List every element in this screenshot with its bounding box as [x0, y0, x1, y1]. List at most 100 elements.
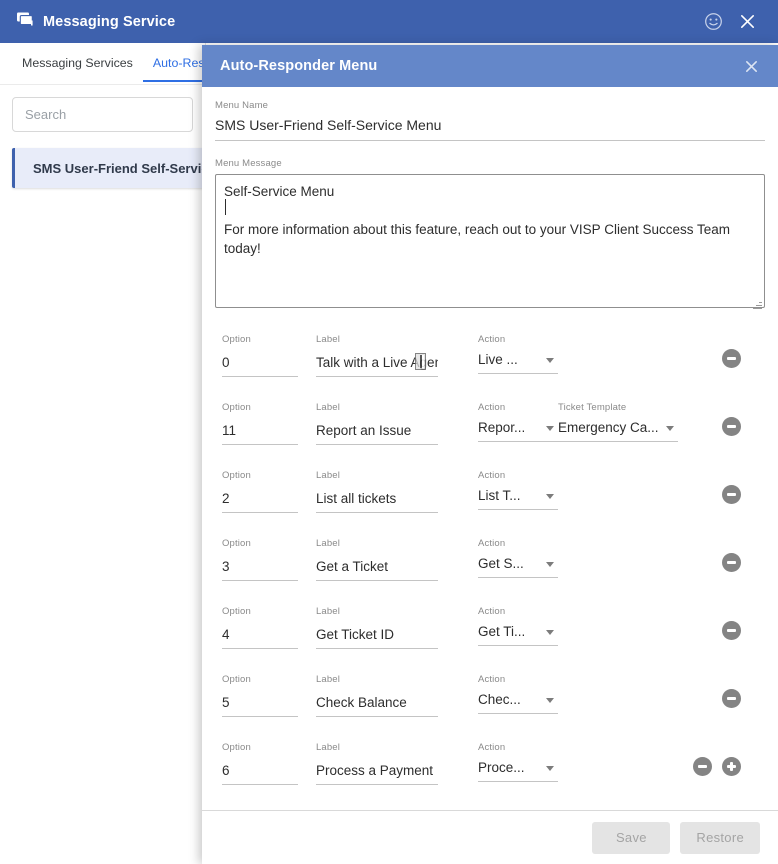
chevron-down-icon — [546, 358, 554, 363]
action-select[interactable]: Chec... — [478, 688, 558, 714]
search-input[interactable] — [25, 107, 180, 122]
action-field: Action Get Ti... — [478, 605, 558, 646]
action-select[interactable]: List T... — [478, 484, 558, 510]
ticket-template-select[interactable]: Emergency Ca... — [558, 416, 678, 442]
option-field: Option 3 — [222, 537, 298, 581]
chevron-down-icon — [666, 426, 674, 431]
label-label: Label — [316, 606, 340, 617]
table-row: Option 11 Label Report an Issue Action R… — [213, 389, 767, 457]
action-label: Action — [478, 742, 506, 753]
action-label: Action — [478, 470, 506, 481]
service-name: SMS User-Friend Self-Service Menu — [33, 160, 205, 176]
option-value[interactable]: 11 — [222, 419, 298, 445]
label-value[interactable]: Process a Payment — [316, 759, 438, 785]
label-value[interactable]: Get a Ticket — [316, 555, 438, 581]
ticket-template-value: Emergency Ca... — [558, 420, 659, 435]
restore-button[interactable]: Restore — [680, 821, 760, 854]
option-value[interactable]: 5 — [222, 691, 298, 717]
option-label: Option — [222, 334, 251, 345]
tab-bar: Messaging Services Auto-Responder Menus — [0, 43, 205, 85]
option-value[interactable]: 6 — [222, 759, 298, 785]
label-value[interactable]: Report an Issue — [316, 419, 438, 445]
table-row: Option 5 Label Check Balance Action Chec… — [213, 661, 767, 729]
remove-row-button[interactable] — [722, 621, 741, 640]
left-panel: Messaging Services Auto-Responder Menus … — [0, 43, 206, 864]
save-button[interactable]: Save — [592, 821, 671, 854]
action-select[interactable]: Proce... — [478, 756, 558, 782]
row-actions — [693, 757, 741, 776]
action-select[interactable]: Get S... — [478, 552, 558, 578]
tab-auto-responder-menus[interactable]: Auto-Responder Menus — [142, 43, 205, 82]
dialog-close-icon[interactable] — [736, 51, 766, 81]
action-value: Repor... — [478, 420, 526, 435]
label-value[interactable]: Talk with a Live Agent — [316, 351, 438, 377]
remove-row-button[interactable] — [722, 553, 741, 572]
dialog-body: Menu Name Menu Message Self-Service Menu… — [202, 87, 778, 810]
tab-messaging-services[interactable]: Messaging Services — [12, 43, 143, 82]
action-select[interactable]: Repor... — [478, 416, 558, 442]
action-select[interactable]: Live ... — [478, 348, 558, 374]
action-label: Action — [478, 334, 506, 345]
option-field: Option 5 — [222, 673, 298, 717]
chevron-down-icon — [546, 630, 554, 635]
menu-message-textarea[interactable]: Self-Service Menu For more information a… — [215, 174, 765, 308]
action-value: List T... — [478, 488, 521, 503]
chat-bubbles-icon — [17, 12, 34, 32]
search-container — [0, 85, 205, 132]
menu-message-field: Menu Message Self-Service Menu For more … — [215, 157, 765, 313]
option-label: Option — [222, 402, 251, 413]
row-actions — [722, 553, 741, 572]
option-label: Option — [222, 674, 251, 685]
option-value[interactable]: 3 — [222, 555, 298, 581]
add-row-button[interactable] — [722, 757, 741, 776]
option-value[interactable]: 2 — [222, 487, 298, 513]
menu-name-input[interactable] — [215, 113, 765, 141]
menu-name-label: Menu Name — [215, 100, 269, 111]
action-value: Proce... — [478, 760, 525, 775]
menu-message-label: Menu Message — [215, 158, 282, 169]
row-actions — [722, 417, 741, 436]
dialog-title: Auto-Responder Menu — [220, 58, 378, 74]
label-field: Label Report an Issue — [316, 401, 438, 445]
smiley-face-icon[interactable] — [696, 5, 730, 39]
label-field: Label Process a Payment — [316, 741, 438, 785]
chevron-down-icon — [546, 494, 554, 499]
remove-row-button[interactable] — [693, 757, 712, 776]
option-label: Option — [222, 470, 251, 481]
close-icon[interactable] — [730, 5, 764, 39]
action-field: Action Live ... — [478, 333, 558, 374]
remove-row-button[interactable] — [722, 417, 741, 436]
option-value[interactable]: 0 — [222, 351, 298, 377]
list-item[interactable]: SMS User-Friend Self-Service Menu — [12, 148, 205, 188]
option-label: Option — [222, 538, 251, 549]
remove-row-button[interactable] — [722, 485, 741, 504]
option-label: Option — [222, 742, 251, 753]
option-field: Option 6 — [222, 741, 298, 785]
action-value: Get S... — [478, 556, 524, 571]
menu-name-field: Menu Name — [215, 99, 765, 141]
search-box[interactable] — [12, 97, 193, 132]
action-field: Action Repor... — [478, 401, 558, 442]
label-label: Label — [316, 334, 340, 345]
label-label: Label — [316, 538, 340, 549]
option-field: Option 2 — [222, 469, 298, 513]
dialog-header: Auto-Responder Menu — [202, 45, 778, 87]
chevron-down-icon — [546, 766, 554, 771]
action-select[interactable]: Get Ti... — [478, 620, 558, 646]
table-row: Option 0 Label Talk with a Live Agent Ac… — [213, 321, 767, 389]
option-value[interactable]: 4 — [222, 623, 298, 649]
label-label: Label — [316, 674, 340, 685]
remove-row-button[interactable] — [722, 349, 741, 368]
label-value[interactable]: List all tickets — [316, 487, 438, 513]
table-row: Option 2 Label List all tickets Action L… — [213, 457, 767, 525]
action-value: Live ... — [478, 352, 518, 367]
service-list: SMS User-Friend Self-Service Menu — [0, 132, 205, 188]
label-field: Label Talk with a Live Agent — [316, 333, 438, 377]
action-label: Action — [478, 402, 506, 413]
remove-row-button[interactable] — [722, 689, 741, 708]
label-field: Label List all tickets — [316, 469, 438, 513]
label-value[interactable]: Get Ticket ID — [316, 623, 438, 649]
option-field: Option 11 — [222, 401, 298, 445]
label-value[interactable]: Check Balance — [316, 691, 438, 717]
label-field: Label Check Balance — [316, 673, 438, 717]
